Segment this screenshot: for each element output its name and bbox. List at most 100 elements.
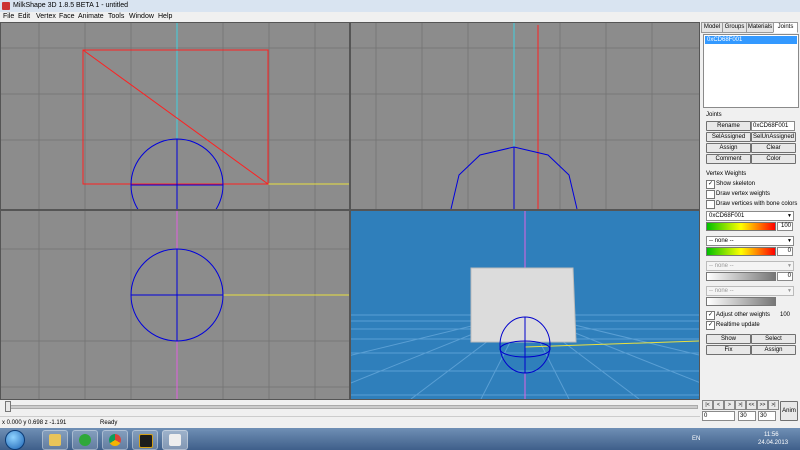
chevron-down-icon: ▼ xyxy=(787,263,792,269)
weight-joint-select-2[interactable]: -- none -- ▼ xyxy=(706,236,794,246)
joint-list-item[interactable]: 0xCD68F001 xyxy=(705,36,797,44)
weight-joint-select-4[interactable]: -- none -- ▼ xyxy=(706,286,794,296)
menu-face[interactable]: Face xyxy=(59,12,75,22)
chevron-down-icon: ▼ xyxy=(787,288,792,294)
anim-button[interactable]: Anim xyxy=(780,401,798,421)
weight-joint-select-3[interactable]: -- none -- ▼ xyxy=(706,261,794,271)
next-frame-button[interactable]: >| xyxy=(735,400,746,410)
icq-icon xyxy=(79,434,91,446)
draw-vertex-weights-checkbox[interactable] xyxy=(706,190,715,199)
realtime-update-checkbox[interactable]: ✓ xyxy=(706,321,715,330)
weight-slider-1[interactable] xyxy=(706,222,776,231)
adjust-other-weights-checkbox[interactable]: ✓ xyxy=(706,311,715,320)
milkshape-icon xyxy=(169,434,181,446)
taskbar-icq[interactable] xyxy=(72,430,98,450)
winamp-icon xyxy=(139,434,153,448)
viewport-side[interactable] xyxy=(350,22,700,210)
cube-mesh xyxy=(470,267,577,343)
clock-date[interactable]: 24.04.2013 xyxy=(758,440,788,447)
weight-value-1[interactable]: 100 xyxy=(777,222,793,231)
tab-label: Joints xyxy=(777,24,794,30)
language-indicator[interactable]: EN xyxy=(692,436,700,443)
draw-bone-colors-label: Draw vertices with bone colors xyxy=(716,201,798,207)
combo-value: -- none -- xyxy=(709,238,734,244)
menu-window[interactable]: Window xyxy=(129,12,154,22)
show-skeleton-checkbox[interactable]: ✓ xyxy=(706,180,715,189)
joints-list[interactable]: 0xCD68F001 xyxy=(703,34,799,108)
viewport-3d-canvas xyxy=(351,211,699,399)
menu-edit[interactable]: Edit xyxy=(18,12,30,22)
vertex-weights-label: Vertex Weights xyxy=(706,171,747,177)
rename-button[interactable]: Rename xyxy=(706,121,751,131)
first-frame-button[interactable]: |< xyxy=(702,400,713,410)
chrome-icon xyxy=(109,434,121,446)
weights-assign-button[interactable]: Assign xyxy=(751,345,796,355)
last-frame-button[interactable]: >| xyxy=(768,400,779,410)
menu-vertex[interactable]: Vertex xyxy=(36,12,56,22)
tab-groups[interactable]: Groups xyxy=(722,22,747,33)
timeline-track[interactable] xyxy=(6,405,698,409)
rewind-button[interactable]: << xyxy=(746,400,757,410)
play-button[interactable]: > xyxy=(724,400,735,410)
grid xyxy=(1,23,349,209)
prev-frame-button[interactable]: < xyxy=(713,400,724,410)
show-button[interactable]: Show xyxy=(706,334,751,344)
combo-value: -- none -- xyxy=(709,288,734,294)
viewport-front[interactable] xyxy=(0,22,350,210)
adjust-other-weights-value: 100 xyxy=(780,312,791,318)
taskbar-chrome[interactable] xyxy=(102,430,128,450)
select-button[interactable]: Select xyxy=(751,334,796,344)
frame-current-field[interactable]: 30 xyxy=(738,411,756,421)
tab-label: Groups xyxy=(724,24,745,30)
milkshape-app-icon xyxy=(2,2,10,10)
taskbar-milkshape[interactable] xyxy=(162,430,188,450)
timeline xyxy=(0,400,700,416)
adjust-other-weights-label: Adjust other weights xyxy=(716,312,771,318)
joint-name-field[interactable]: 0xCD68F001 xyxy=(751,121,795,131)
tab-label: Materials xyxy=(747,24,773,30)
menu-animate[interactable]: Animate xyxy=(78,12,104,22)
tab-joints[interactable]: Joints xyxy=(773,22,798,33)
fix-button[interactable]: Fix xyxy=(706,345,751,355)
weight-slider-3[interactable] xyxy=(706,272,776,281)
color-button[interactable]: Color xyxy=(751,154,796,164)
weight-value-3[interactable]: 0 xyxy=(777,272,793,281)
menu-help[interactable]: Help xyxy=(158,12,172,22)
menu-bar: File Edit Vertex Face Animate Tools Wind… xyxy=(0,12,800,22)
viewport-3d[interactable] xyxy=(350,210,700,400)
weight-joint-select-1[interactable]: 0xCD68F001 ▼ xyxy=(706,211,794,221)
fast-forward-button[interactable]: >> xyxy=(757,400,768,410)
menu-tools[interactable]: Tools xyxy=(108,12,124,22)
realtime-update-label: Realtime update xyxy=(716,322,760,328)
taskbar-explorer[interactable] xyxy=(42,430,68,450)
combo-value: -- none -- xyxy=(709,263,734,269)
right-panel: Model Groups Materials Joints 0xCD68F001… xyxy=(700,22,800,400)
combo-value: 0xCD68F001 xyxy=(709,213,745,219)
viewport-side-canvas xyxy=(351,23,699,209)
window-title: MilkShape 3D 1.8.5 BETA 1 - untitled xyxy=(13,2,129,9)
frame-start-field[interactable]: 0 xyxy=(702,411,735,421)
sel-unassigned-button[interactable]: SelUnAssigned xyxy=(751,132,796,142)
draw-bone-colors-checkbox[interactable] xyxy=(706,200,715,209)
menu-file[interactable]: File xyxy=(3,12,14,22)
comment-button[interactable]: Comment xyxy=(706,154,751,164)
box-diagonal xyxy=(82,49,269,185)
frame-end-field[interactable]: 30 xyxy=(758,411,776,421)
clear-button[interactable]: Clear xyxy=(751,143,796,153)
joint-assign-button[interactable]: Assign xyxy=(706,143,751,153)
show-skeleton-label: Show skeleton xyxy=(716,181,756,187)
animation-controls: |< < > >| << >> >| 0 30 30 Anim xyxy=(700,400,800,428)
viewport-top[interactable] xyxy=(0,210,350,400)
clock-time[interactable]: 11:56 xyxy=(764,432,779,439)
timeline-slider-handle[interactable] xyxy=(5,401,11,412)
weight-slider-4[interactable] xyxy=(706,297,776,306)
sel-assigned-button[interactable]: SelAssigned xyxy=(706,132,751,142)
tab-materials[interactable]: Materials xyxy=(746,22,774,33)
start-button[interactable] xyxy=(5,430,25,450)
joints-section-label: Joints xyxy=(706,112,722,118)
weight-value-2[interactable]: 0 xyxy=(777,247,793,256)
taskbar-winamp[interactable] xyxy=(132,430,158,450)
tab-model[interactable]: Model xyxy=(701,22,723,33)
weight-slider-2[interactable] xyxy=(706,247,776,256)
tab-label: Model xyxy=(703,24,721,30)
